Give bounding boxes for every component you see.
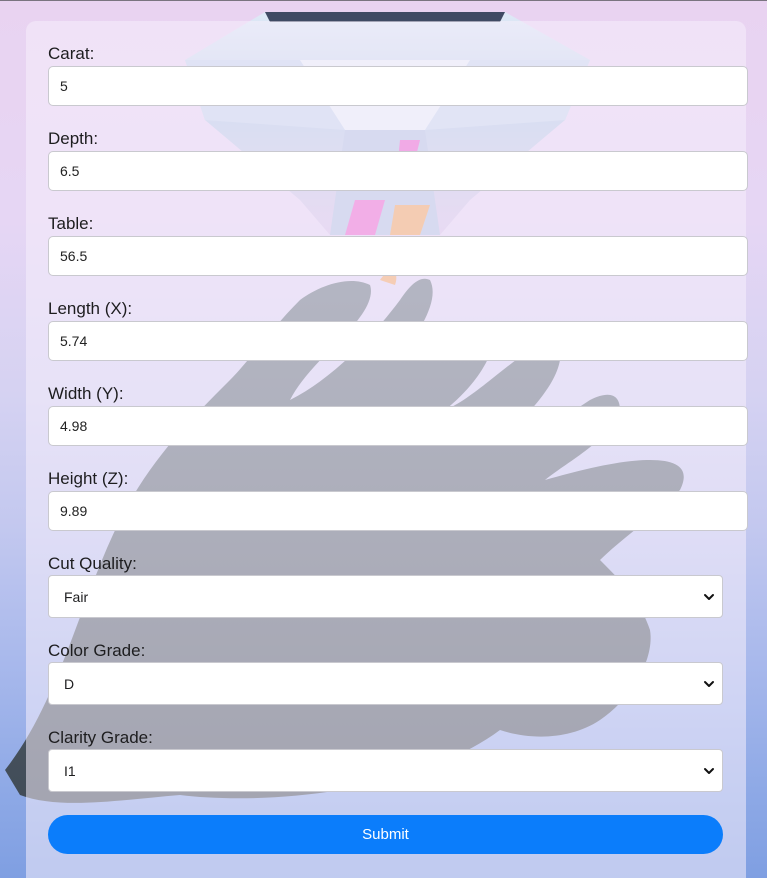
cut-quality-label: Cut Quality: [48, 554, 137, 573]
clarity-grade-select[interactable]: I1 [48, 749, 723, 792]
table-input[interactable] [48, 236, 748, 276]
clarity-grade-label: Clarity Grade: [48, 728, 153, 747]
cut-quality-select[interactable]: Fair [48, 575, 723, 618]
depth-input[interactable] [48, 151, 748, 191]
submit-button[interactable]: Submit [48, 815, 723, 854]
cut-quality-value: Fair [64, 589, 89, 605]
height-label: Height (Z): [48, 469, 129, 488]
width-input[interactable] [48, 406, 748, 446]
table-label: Table: [48, 214, 94, 233]
length-label: Length (X): [48, 299, 133, 318]
color-grade-select[interactable]: D [48, 662, 723, 705]
color-grade-label: Color Grade: [48, 641, 146, 660]
width-label: Width (Y): [48, 384, 124, 403]
clarity-grade-value: I1 [64, 763, 76, 779]
height-input[interactable] [48, 491, 748, 531]
length-input[interactable] [48, 321, 748, 361]
color-grade-value: D [64, 676, 75, 692]
carat-input[interactable] [48, 66, 748, 106]
chevron-down-icon [704, 681, 714, 687]
carat-label: Carat: [48, 44, 95, 63]
depth-label: Depth: [48, 129, 99, 148]
chevron-down-icon [704, 594, 714, 600]
chevron-down-icon [704, 768, 714, 774]
